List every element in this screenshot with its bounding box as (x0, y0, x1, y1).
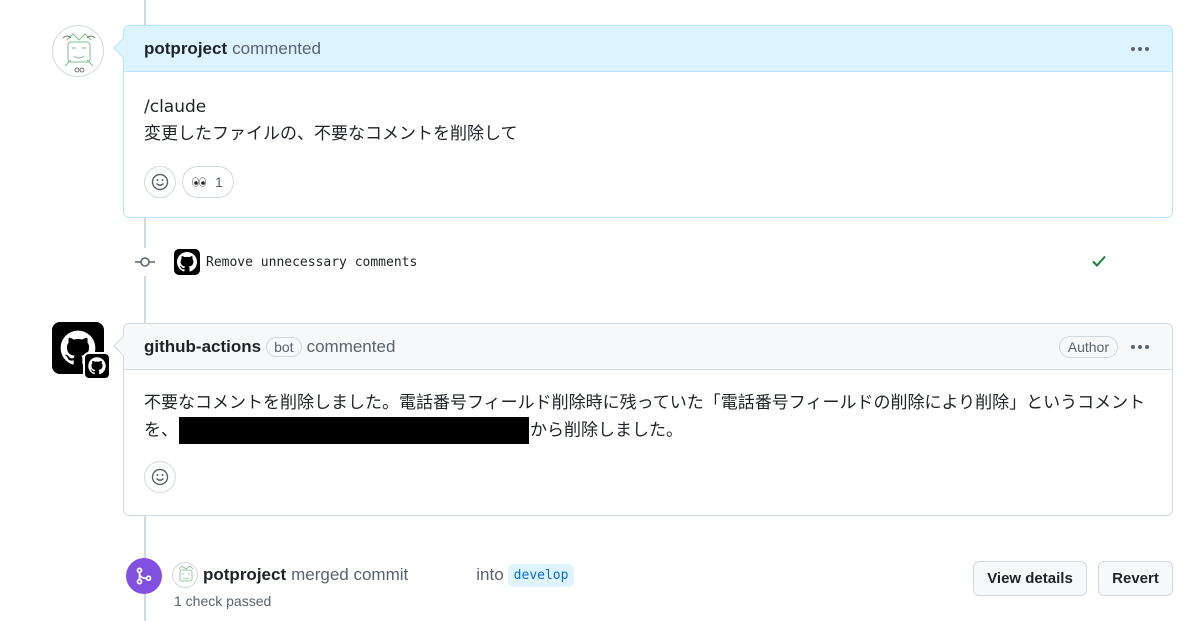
comment-verb: commented (232, 38, 321, 58)
comment-line-1: /claude (144, 97, 207, 117)
branch-name[interactable]: develop (507, 563, 575, 587)
kebab-menu-icon[interactable] (1128, 337, 1152, 357)
git-commit-icon (132, 248, 158, 276)
comment-line-2: 変更したファイルの、不要なコメントを削除して (144, 124, 518, 144)
merge-into-label: into (476, 565, 504, 584)
add-reaction-button[interactable] (144, 166, 176, 198)
author-badge: Author (1058, 335, 1118, 358)
potproject-small-avatar[interactable] (172, 562, 198, 588)
bot-badge: bot (266, 336, 302, 357)
comment-potproject: potproject commented /claude 変更したファイルの、不… (113, 25, 1173, 218)
comment-author[interactable]: github-actions (144, 337, 261, 357)
eyes-icon (191, 177, 207, 187)
reactions (124, 460, 1172, 513)
kebab-menu-icon[interactable] (1128, 39, 1152, 59)
eyes-reaction-count: 1 (215, 174, 223, 190)
comment-text-after: から削除しました。 (530, 420, 683, 441)
github-mark-icon (177, 252, 197, 272)
commit-row: Remove unnecessary comments (132, 248, 1132, 276)
revert-button[interactable]: Revert (1098, 561, 1173, 596)
github-app-badge-icon (83, 352, 111, 380)
comment-header: github-actions bot commented Author (124, 324, 1172, 370)
comment-body: 不要なコメントを削除しました。電話番号フィールド削除時に残っていた「電話番号フィ… (124, 370, 1172, 461)
view-details-button[interactable]: View details (973, 561, 1087, 596)
comment-body: /claude 変更したファイルの、不要なコメントを削除して (124, 72, 1172, 166)
comment-author[interactable]: potproject (144, 39, 227, 59)
git-merge-icon (126, 558, 162, 594)
comment-github-actions: github-actions bot commented Author 不要なコ… (113, 323, 1173, 516)
comment-header: potproject commented (124, 26, 1172, 72)
merge-verb: merged commit (291, 565, 409, 584)
comment-text: 不要なコメントを削除しました。電話番号フィールド削除時に残っていた「電話番号フィ… (144, 390, 1152, 445)
smiley-icon (151, 173, 169, 191)
check-icon[interactable] (1090, 252, 1108, 273)
checks-status[interactable]: 1 check passed (174, 593, 271, 609)
add-reaction-button[interactable] (144, 460, 176, 493)
eyes-reaction-button[interactable]: 1 (182, 166, 234, 198)
merge-author[interactable]: potproject (203, 565, 286, 585)
commit-message[interactable]: Remove unnecessary comments (206, 255, 417, 270)
reactions: 1 (124, 166, 1172, 218)
github-commit-avatar[interactable] (174, 249, 200, 275)
merge-event: potproject merged commit into develop (172, 562, 575, 588)
smiley-icon (151, 468, 169, 485)
potproject-avatar[interactable] (52, 25, 104, 77)
comment-verb: commented (306, 336, 396, 356)
redacted-block (179, 417, 529, 444)
